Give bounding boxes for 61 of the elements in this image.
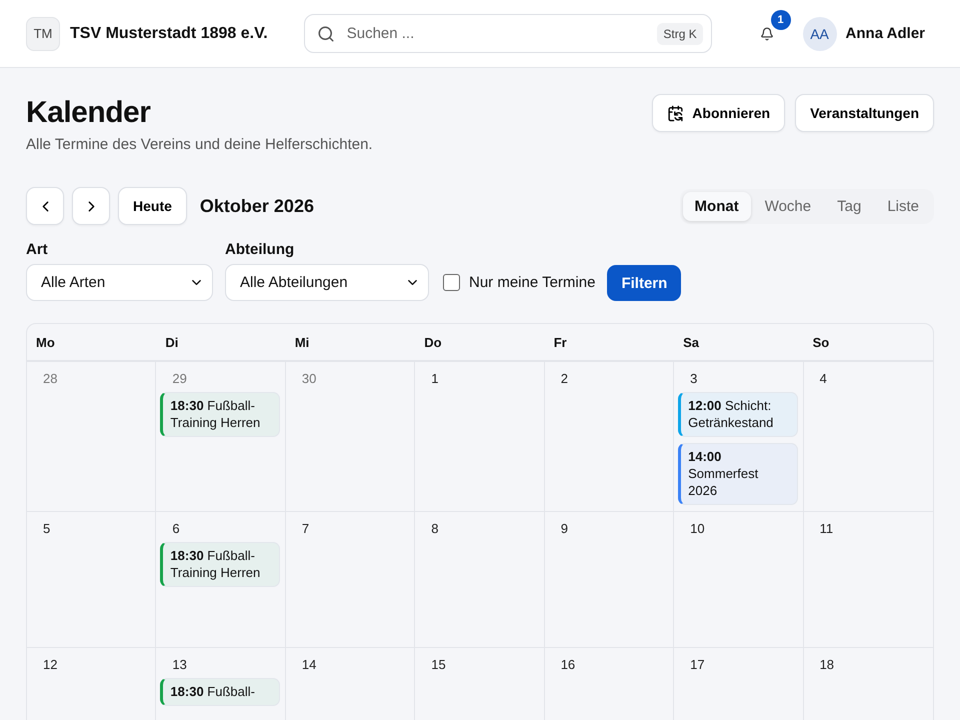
view-tab[interactable]: Liste (875, 192, 931, 220)
filter-label: Art (26, 241, 49, 258)
month-title: Oktober 2026 (200, 196, 314, 216)
club-logo: TM (26, 16, 60, 50)
day-number: 28 (42, 371, 58, 386)
page-title: Kalender (26, 96, 152, 130)
club-name: TSV Musterstadt 1898 e.V. (70, 24, 268, 42)
user-name: Anna Adler (846, 25, 925, 42)
day-number: 17 (689, 657, 706, 672)
user-avatar[interactable]: AA (802, 16, 837, 50)
day-number: 4 (818, 371, 828, 386)
day-number: 1 (430, 371, 440, 386)
day-number: 9 (560, 521, 569, 536)
day-number: 5 (42, 521, 52, 536)
view-tab[interactable]: Woche (752, 192, 824, 220)
weekday-header: Mi (286, 324, 416, 362)
filter-button[interactable]: Filtern (607, 265, 682, 301)
event-card[interactable]: 18:30 Fußball- (160, 678, 280, 706)
day-number: 18 (818, 657, 836, 672)
search-field[interactable]: Suchen ... Strg K (304, 14, 712, 53)
department-select[interactable]: Alle Abteilungen (225, 264, 429, 301)
day-number: 6 (171, 521, 181, 536)
checkbox-label: Nur meine Termine (469, 274, 596, 291)
day-number: 10 (689, 521, 706, 536)
weekday-header: Do (415, 324, 545, 362)
day-number: 12 (42, 657, 58, 672)
day-number: 29 (171, 371, 188, 386)
filter-label: Abteilung (225, 241, 296, 258)
today-button[interactable]: Heute (118, 187, 187, 225)
weekday-header: Fr (544, 324, 674, 362)
page-subtitle: Alle Termine des Vereins und deine Helferschichten. (26, 136, 373, 153)
weekday-header: Mo (27, 324, 156, 362)
day-number: 15 (430, 657, 447, 672)
day-number: 3 (689, 371, 698, 386)
day-number: 11 (818, 521, 834, 536)
view-tab[interactable]: Tag (825, 192, 874, 220)
weekday-header: Sa (674, 324, 804, 362)
view-tab[interactable]: Monat (682, 192, 751, 220)
shortcut-hint: Strg K (657, 22, 703, 44)
subscribe-button[interactable]: Abonnieren (652, 94, 786, 132)
events-button[interactable]: Veranstaltungen (795, 94, 934, 132)
day-number: 30 (300, 371, 318, 386)
day-number: 13 (171, 657, 188, 672)
day-number: 14 (300, 657, 318, 672)
day-number: 8 (430, 521, 440, 536)
event-card[interactable]: 18:30 Fußball-Training Herren (160, 392, 280, 437)
search-input[interactable]: Suchen ... (344, 24, 648, 43)
day-number: 2 (560, 371, 569, 386)
event-card[interactable]: 18:30 Fußball-Training Herren (160, 542, 280, 587)
day-number: 16 (560, 657, 576, 672)
weekday-header: Di (156, 324, 286, 362)
calendar-icon (667, 104, 684, 122)
day-number: 7 (300, 521, 310, 536)
only-mine-checkbox[interactable] (443, 274, 460, 291)
type-select[interactable]: Alle Arten (26, 264, 213, 301)
event-card[interactable]: 14:00 Sommerfest 2026 (678, 443, 798, 505)
bell-icon (760, 26, 774, 40)
event-card[interactable]: 12:00 Schicht: Getränkestand (678, 392, 798, 437)
search-icon (316, 24, 335, 42)
weekday-header: So (804, 324, 933, 362)
notification-count: 1 (770, 10, 791, 30)
